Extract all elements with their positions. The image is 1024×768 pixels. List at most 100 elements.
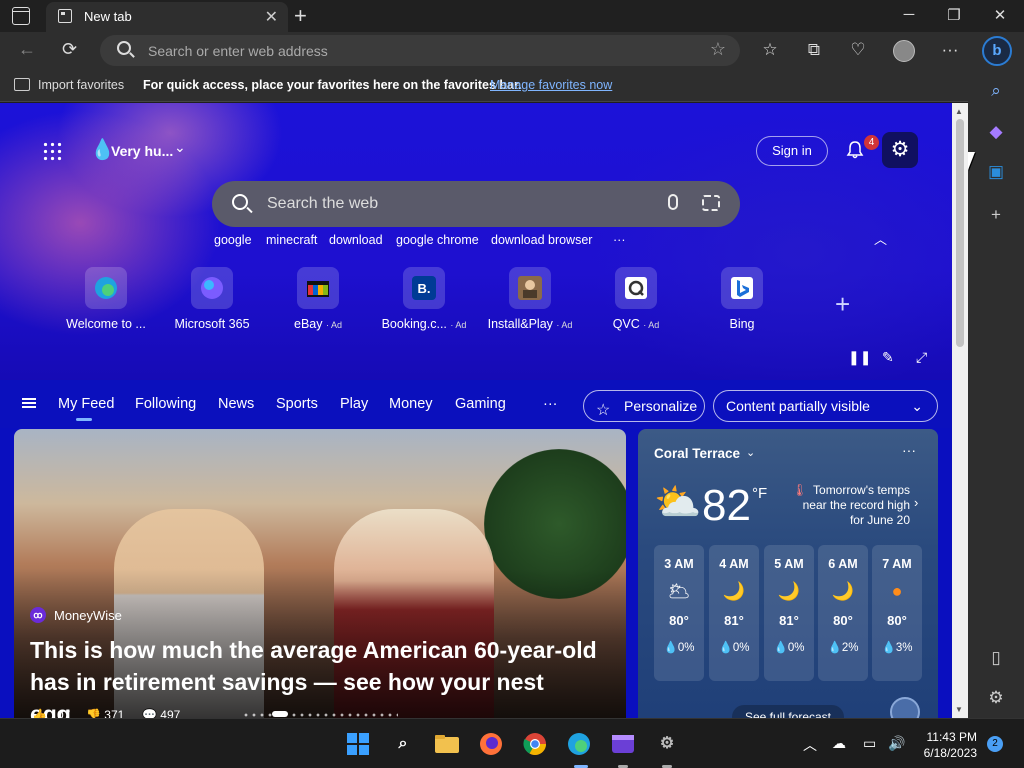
content-visibility-dropdown[interactable]: Content partially visible ⌄	[713, 390, 938, 422]
page-scrollbar[interactable]: ▲ ▼	[952, 103, 968, 718]
notification-center-badge[interactable]: 2	[987, 736, 1003, 752]
feed-tab-following[interactable]: Following	[135, 396, 196, 412]
feed-tab-sports[interactable]: Sports	[276, 396, 318, 412]
quick-link[interactable]: Install&Play · Ad	[480, 267, 580, 331]
profile-avatar[interactable]	[893, 40, 915, 62]
sidebar-m365-icon[interactable]: ◆	[984, 120, 1008, 144]
chevron-right-icon[interactable]: ›	[914, 495, 918, 510]
edit-background-icon[interactable]: ✎	[882, 349, 894, 366]
active-tab-indicator	[76, 418, 92, 421]
collapse-chevron-icon[interactable]: ︿	[874, 229, 887, 248]
address-bar[interactable]: Search or enter web address ☆	[100, 35, 740, 66]
volume-icon[interactable]: 🔊	[888, 735, 905, 752]
minimize-button[interactable]: ─	[899, 6, 919, 23]
show-hidden-icons-chevron[interactable]: ︿	[803, 735, 817, 755]
refresh-button[interactable]: ⟳	[62, 39, 77, 60]
tab-actions-icon[interactable]	[12, 7, 30, 25]
feed-tab-my-feed[interactable]: My Feed	[58, 396, 114, 412]
visual-search-icon[interactable]	[702, 195, 720, 211]
search-suggestion[interactable]: google	[214, 233, 252, 247]
sidebar-outlook-icon[interactable]: ▣	[984, 160, 1008, 184]
weather-summary[interactable]: Very hu...	[111, 143, 173, 159]
feed-tab-news[interactable]: News	[218, 396, 254, 412]
settings-more-icon[interactable]: ···	[939, 40, 961, 60]
browser-essentials-icon[interactable]: ♡	[847, 40, 869, 60]
close-window-button[interactable]: ✕	[990, 6, 1010, 24]
edge-taskbar-icon[interactable]	[566, 731, 592, 757]
chrome-icon[interactable]	[522, 731, 548, 757]
favorites-icon[interactable]: ☆	[759, 40, 781, 60]
search-suggestion[interactable]: minecraft	[266, 233, 317, 247]
expand-background-icon[interactable]: ⤢	[916, 349, 927, 366]
weather-location[interactable]: Coral Terrace	[654, 446, 740, 461]
featured-article-card[interactable]: ꝏ MoneyWise This is how much the average…	[14, 429, 626, 729]
sidebar-settings-icon[interactable]: ⚙	[984, 686, 1008, 710]
hourly-forecast[interactable]: 3 AM 🌥 80° 💧0%	[654, 545, 704, 681]
hour-precip: 2%	[841, 642, 859, 654]
scrollbar-thumb[interactable]	[956, 119, 964, 347]
favorite-star-icon[interactable]: ☆	[710, 39, 726, 60]
hour-precip: 0%	[787, 642, 805, 654]
weather-more-button[interactable]: ···	[902, 442, 916, 458]
clipchamp-icon[interactable]	[610, 731, 636, 757]
hamburger-menu-icon[interactable]	[22, 398, 36, 408]
sign-in-button[interactable]: Sign in	[756, 136, 828, 166]
firefox-icon[interactable]	[478, 731, 504, 757]
sidebar-search-icon[interactable]: ⌕	[984, 79, 1008, 103]
add-quick-link-button[interactable]: +	[835, 289, 850, 320]
page-settings-gear-icon[interactable]: ⚙	[882, 132, 918, 168]
feed-tab-play[interactable]: Play	[340, 396, 368, 412]
start-windows-icon[interactable]	[345, 731, 371, 757]
chevron-down-icon[interactable]: ⌄	[746, 446, 755, 459]
sidebar-add-icon[interactable]: +	[984, 203, 1008, 227]
personalize-button[interactable]: ☆ Personalize	[583, 390, 705, 422]
collections-icon[interactable]: ⧉	[803, 40, 825, 60]
file-explorer-icon[interactable]	[434, 731, 460, 757]
settings-app-icon[interactable]: ⚙	[654, 731, 680, 757]
suggestions-more-button[interactable]: ···	[613, 233, 626, 247]
taskbar-search-icon[interactable]: ⌕	[390, 731, 416, 757]
quick-link[interactable]: Welcome to ...	[56, 267, 156, 331]
search-suggestion[interactable]: download	[329, 233, 383, 247]
quick-link[interactable]: B. Booking.c... · Ad	[374, 267, 474, 331]
quick-link[interactable]: Microsoft 365	[162, 267, 262, 331]
partly-cloudy-icon: ⛅	[654, 482, 702, 524]
sidebar-hide-icon[interactable]: ▯	[984, 646, 1008, 670]
scroll-down-icon[interactable]: ▼	[955, 705, 963, 714]
notification-bell-icon[interactable]	[845, 140, 865, 160]
weather-alert[interactable]: Tomorrow's temps near the record high fo…	[788, 483, 910, 528]
chevron-down-icon[interactable]: ⌄	[174, 139, 186, 156]
tab-new-tab[interactable]: New tab ✕	[46, 2, 288, 32]
quick-link[interactable]: QVC · Ad	[586, 267, 686, 331]
network-icon[interactable]: ▭	[863, 735, 876, 752]
pause-background-icon[interactable]: ❚❚	[848, 349, 871, 366]
temperature-unit[interactable]: °F	[752, 485, 767, 502]
quick-link[interactable]: Bing	[692, 267, 792, 331]
hourly-forecast[interactable]: 4 AM 🌙 81° 💧0%	[709, 545, 759, 681]
feed-more-button[interactable]: ···	[543, 396, 558, 412]
system-clock[interactable]: 11:43 PM 6/18/2023	[921, 729, 977, 761]
search-suggestion[interactable]: download browser	[491, 233, 592, 247]
hourly-forecast[interactable]: 6 AM 🌙 80° 💧2%	[818, 545, 868, 681]
back-button[interactable]: ←	[18, 39, 36, 60]
feed-tab-money[interactable]: Money	[389, 396, 433, 412]
restore-button[interactable]: ❐	[944, 6, 964, 24]
weather-card[interactable]: Coral Terrace ⌄ ··· ⛅ 82 °F 🌡 Tomorrow's…	[638, 429, 938, 729]
hourly-forecast[interactable]: 7 AM ● 80° 💧3%	[872, 545, 922, 681]
tab-close-icon[interactable]: ✕	[265, 7, 278, 27]
new-tab-button[interactable]: +	[294, 3, 307, 29]
hour-time: 4 AM	[719, 557, 749, 571]
import-favorites-button[interactable]: Import favorites	[38, 78, 124, 92]
app-launcher-icon[interactable]	[42, 141, 62, 161]
scroll-up-icon[interactable]: ▲	[955, 107, 963, 116]
quick-link[interactable]: eBay · Ad	[268, 267, 368, 331]
web-search-box[interactable]: Search the web	[212, 181, 740, 227]
onedrive-icon[interactable]: ☁	[832, 735, 846, 752]
hourly-forecast[interactable]: 5 AM 🌙 81° 💧0%	[764, 545, 814, 681]
hour-temp: 81°	[724, 613, 744, 628]
bing-copilot-icon[interactable]: b	[982, 36, 1012, 66]
search-suggestion[interactable]: google chrome	[396, 233, 479, 247]
microphone-icon[interactable]	[668, 194, 678, 210]
feed-tab-gaming[interactable]: Gaming	[455, 396, 506, 412]
manage-favorites-link[interactable]: Manage favorites now	[490, 78, 612, 92]
